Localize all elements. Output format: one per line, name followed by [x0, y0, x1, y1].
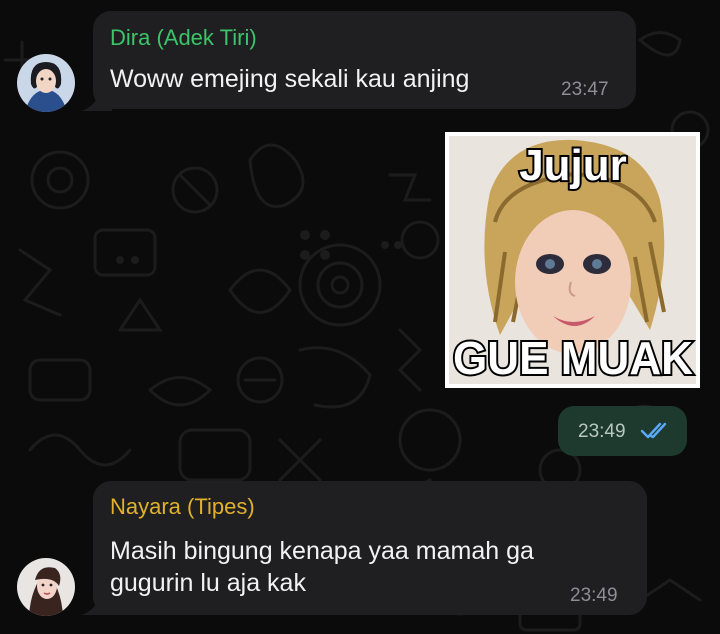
sticker-status-pill: 23:49	[558, 406, 687, 456]
double-check-read-icon	[640, 422, 667, 439]
message-bubble-dira[interactable]: Dira (Adek Tiri) Woww emejing sekali kau…	[93, 11, 636, 109]
message-bubble-nayara[interactable]: Nayara (Tipes) Masih bingung kenapa yaa …	[93, 481, 647, 615]
message-text-line-1: Masih bingung kenapa yaa mamah ga	[110, 537, 534, 565]
message-time: 23:49	[578, 421, 626, 442]
sender-avatar-nayara[interactable]	[17, 558, 75, 616]
message-time: 23:47	[561, 79, 609, 100]
message-time: 23:49	[570, 585, 618, 606]
sticker-top-text: Jujur	[519, 141, 627, 190]
message-text-line-2: gugurin lu aja kak	[110, 569, 306, 597]
sender-name[interactable]: Nayara (Tipes)	[110, 494, 255, 520]
sticker-bottom-text: GUE MUAK	[453, 332, 693, 384]
message-text: Woww emejing sekali kau anjing	[110, 65, 470, 93]
sender-avatar-dira[interactable]	[17, 54, 75, 112]
sticker-image[interactable]: Jujur GUE MUAK	[445, 132, 700, 388]
sender-name[interactable]: Dira (Adek Tiri)	[110, 25, 257, 51]
